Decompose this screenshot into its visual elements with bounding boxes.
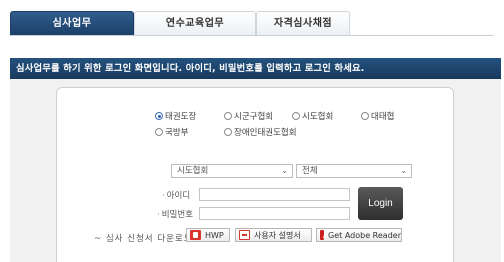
user-manual-button[interactable]: 사용자 설명서 — [235, 228, 312, 242]
radio-defense-ministry[interactable]: 국방부 — [155, 126, 188, 138]
hwp-file-icon — [190, 230, 201, 240]
password-label: · 비밀번호 — [157, 210, 193, 220]
chevron-down-icon: ⌄ — [400, 166, 407, 175]
tab-training-work[interactable]: 연수교육업무 — [134, 11, 256, 35]
tab-qualification-grading[interactable]: 자격심사채점 — [256, 11, 350, 35]
radio-sido-association[interactable]: 시도협회 — [292, 110, 333, 122]
password-input[interactable] — [199, 207, 350, 220]
radio-unchecked-icon — [224, 128, 232, 136]
radio-unchecked-icon — [361, 112, 369, 120]
region-select[interactable]: 시도협회 ⌄ — [171, 164, 293, 178]
adobe-reader-button[interactable]: Get Adobe Reader — [316, 228, 402, 242]
radio-sigungu-association[interactable]: 시군구협회 — [224, 110, 273, 122]
login-notice-bar: 심사업무를 하기 위한 로그인 화면입니다. 아이디, 비밀번호를 입력하고 로… — [10, 58, 501, 79]
id-input[interactable] — [199, 188, 350, 201]
radio-taekwondo-dojang[interactable]: 태권도장 — [155, 110, 196, 122]
radio-checked-icon — [155, 112, 163, 120]
adobe-reader-icon — [320, 230, 328, 240]
radio-unchecked-icon — [224, 112, 232, 120]
radio-unchecked-icon — [292, 112, 300, 120]
radio-disabled-taekwondo-association[interactable]: 장애인태권도협회 — [224, 126, 297, 138]
login-button[interactable]: Login — [358, 187, 403, 220]
radio-national-association[interactable]: 대태협 — [361, 110, 394, 122]
radio-unchecked-icon — [155, 128, 163, 136]
chevron-down-icon: ⌄ — [281, 166, 288, 175]
id-label: · 아이디 — [162, 191, 191, 201]
tab-divider — [10, 35, 494, 36]
tab-exam-work[interactable]: 심사업무 — [10, 11, 134, 35]
hwp-download-button[interactable]: HWP — [186, 228, 230, 242]
pdf-file-icon — [239, 230, 250, 240]
sub-region-select[interactable]: 전체 ⌄ — [296, 164, 412, 178]
download-label: ~ 심사 신청서 다운로드 — [94, 234, 193, 244]
